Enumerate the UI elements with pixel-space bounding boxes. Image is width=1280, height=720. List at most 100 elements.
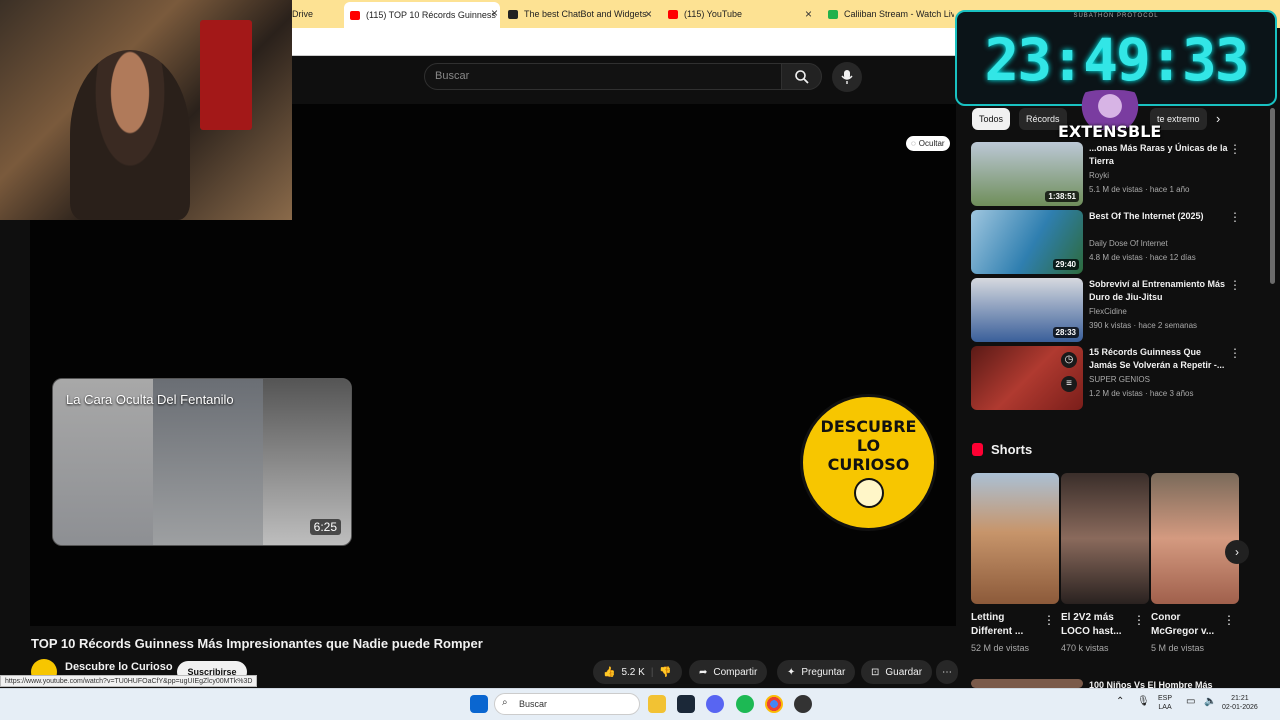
watch-later-icon[interactable]: ◷ [1061,352,1077,368]
ask-button[interactable]: ✦ Preguntar [777,660,856,684]
like-count[interactable]: 5.2 K [621,667,644,678]
more-actions-button[interactable]: ⋯ [936,660,958,684]
video-title[interactable]: 15 Récords Guinness Que Jamás Se Volverá… [1089,346,1229,372]
volume-icon[interactable]: 🔈 [1204,697,1216,707]
monitor-icon[interactable]: ▭ [1186,697,1195,707]
sparkle-icon: ✦ [787,666,796,678]
close-tab-icon[interactable]: × [491,6,498,20]
short-title[interactable]: El 2V2 más LOCO hast... [1061,611,1131,639]
logo-text: LO [856,436,881,455]
dislike-icon[interactable]: 👎 [659,667,671,678]
address-bar[interactable] [292,28,956,56]
video-title[interactable]: Best Of The Internet (2025) [1089,210,1229,223]
channel-name[interactable]: SUPER GENIOS [1089,375,1150,384]
save-button[interactable]: ⊡ Guardar [861,660,933,684]
video-thumbnail[interactable] [971,679,1083,688]
microphone-icon [841,70,853,84]
webcam-overlay [0,0,292,220]
channel-name[interactable]: Descubre lo Curioso [65,661,173,673]
sidebar-scrollbar[interactable] [1270,108,1275,284]
chevron-right-icon[interactable]: › [1216,111,1220,126]
channel-logo-endscreen[interactable]: DESCUBRE LO CURIOSO [800,394,937,531]
logo-text: CURIOSO [827,455,910,474]
recommended-video[interactable]: ◷ ≡ 15 Récords Guinness Que Jamás Se Vol… [971,346,1251,410]
microphone-tray-icon[interactable]: 🎙 [1137,697,1150,707]
clock[interactable]: 21:21 02-01-2026 [1222,694,1258,712]
video-thumbnail[interactable]: 29:40 [971,210,1083,274]
hide-endscreen-button[interactable]: ◌ Ocultar [906,136,950,151]
more-vertical-icon[interactable]: ⋮ [1133,613,1145,627]
like-icon[interactable]: 👍 [603,667,615,678]
region-code: LAA [1158,704,1172,711]
short-title[interactable]: Conor McGregor v... [1151,611,1221,639]
short-thumbnail[interactable] [971,473,1059,604]
tab-chatbot[interactable]: The best ChatBot and Widgets × [504,3,654,25]
obs-icon[interactable] [794,695,812,713]
close-tab-icon[interactable]: × [645,7,652,21]
recommended-video[interactable]: 29:40 Best Of The Internet (2025) Daily … [971,210,1251,274]
spotify-icon[interactable] [736,695,754,713]
endscreen-video-card[interactable]: La Cara Oculta Del Fentanilo 6:25 [52,378,352,546]
webcam-background-poster [200,20,252,130]
youtube-icon [668,9,678,19]
recommended-video[interactable]: 1:38:51 ...onas Más Raras y Únicas de la… [971,142,1251,206]
short-thumbnail[interactable] [1151,473,1239,604]
video-thumbnail[interactable]: 1:38:51 [971,142,1083,206]
discord-icon[interactable] [706,695,724,713]
shorts-header: Shorts [972,442,1032,457]
video-thumbnail[interactable]: ◷ ≡ [971,346,1083,410]
endcard-duration: 6:25 [309,519,341,535]
video-title[interactable]: Sobreviví al Entrenamiento Más Duro de J… [1089,278,1229,304]
save-label: Guardar [885,666,923,678]
recommended-video[interactable]: 100 Niños Vs El Hombre Más [971,679,1251,688]
search-input[interactable]: Buscar [424,63,782,90]
more-vertical-icon[interactable]: ⋮ [1229,142,1241,156]
language-indicator[interactable]: ESP LAA [1158,694,1172,712]
bookmark-icon: ⊡ [871,666,880,678]
video-meta: 1.2 M de vistas · hace 3 años [1089,389,1194,398]
short-title[interactable]: Letting Different ... [971,611,1041,639]
voice-search-button[interactable] [832,62,862,92]
share-icon: ➦ [699,666,708,678]
date: 02-01-2026 [1222,704,1258,711]
chip-all[interactable]: Todos [972,108,1011,130]
taskbar-search[interactable]: Buscar [494,693,640,715]
chevron-up-icon[interactable]: ⌃ [1116,697,1124,707]
short-item[interactable]: Conor McGregor v... 5 M de vistas ⋮ [1151,473,1239,653]
tab-drive[interactable]: Drive [292,3,342,25]
tab-stream[interactable]: Caliiban Stream - Watch Live o [824,3,954,25]
add-to-queue-icon[interactable]: ≡ [1061,376,1077,392]
video-meta: 4.8 M de vistas · hace 12 días [1089,253,1196,262]
more-vertical-icon[interactable]: ⋮ [1043,613,1055,627]
more-vertical-icon[interactable]: ⋮ [1229,210,1241,224]
duration-badge: 29:40 [1052,259,1079,270]
channel-name[interactable]: Royki [1089,171,1109,180]
chrome-icon[interactable] [765,695,783,713]
close-tab-icon[interactable]: × [805,7,812,21]
channel-name[interactable]: FlexCidine [1089,307,1127,316]
file-explorer-icon[interactable] [648,695,666,713]
windows-start-icon[interactable] [470,695,488,713]
tab-youtube[interactable]: (115) YouTube × [664,3,814,25]
search-icon [794,69,809,84]
steam-icon[interactable] [677,695,695,713]
search-button[interactable] [781,63,822,90]
tab-title: Caliiban Stream - Watch Live o [844,9,954,19]
more-vertical-icon[interactable]: ⋮ [1223,613,1235,627]
channel-name[interactable]: Daily Dose Of Internet [1089,239,1168,248]
short-item[interactable]: El 2V2 más LOCO hast... 470 k vistas ⋮ [1061,473,1149,653]
video-thumbnail[interactable]: 28:33 [971,278,1083,342]
status-url: https://www.youtube.com/watch?v=TU0HUFOa… [0,675,258,687]
recommended-video[interactable]: 28:33 Sobreviví al Entrenamiento Más Dur… [971,278,1251,342]
video-title[interactable]: 100 Niños Vs El Hombre Más [1089,679,1229,688]
share-button[interactable]: ➦ Compartir [689,660,768,684]
shorts-icon [972,443,983,456]
short-thumbnail[interactable] [1061,473,1149,604]
short-item[interactable]: Letting Different ... 52 M de vistas ⋮ [971,473,1059,653]
tab-active-video[interactable]: (115) TOP 10 Récords Guinness × [344,2,500,28]
more-vertical-icon[interactable]: ⋮ [1229,278,1241,292]
lang-code: ESP [1158,695,1173,702]
shorts-next-button[interactable]: › [1225,540,1249,564]
more-vertical-icon[interactable]: ⋮ [1229,346,1241,360]
video-title[interactable]: ...onas Más Raras y Únicas de la Tierra [1089,142,1229,168]
